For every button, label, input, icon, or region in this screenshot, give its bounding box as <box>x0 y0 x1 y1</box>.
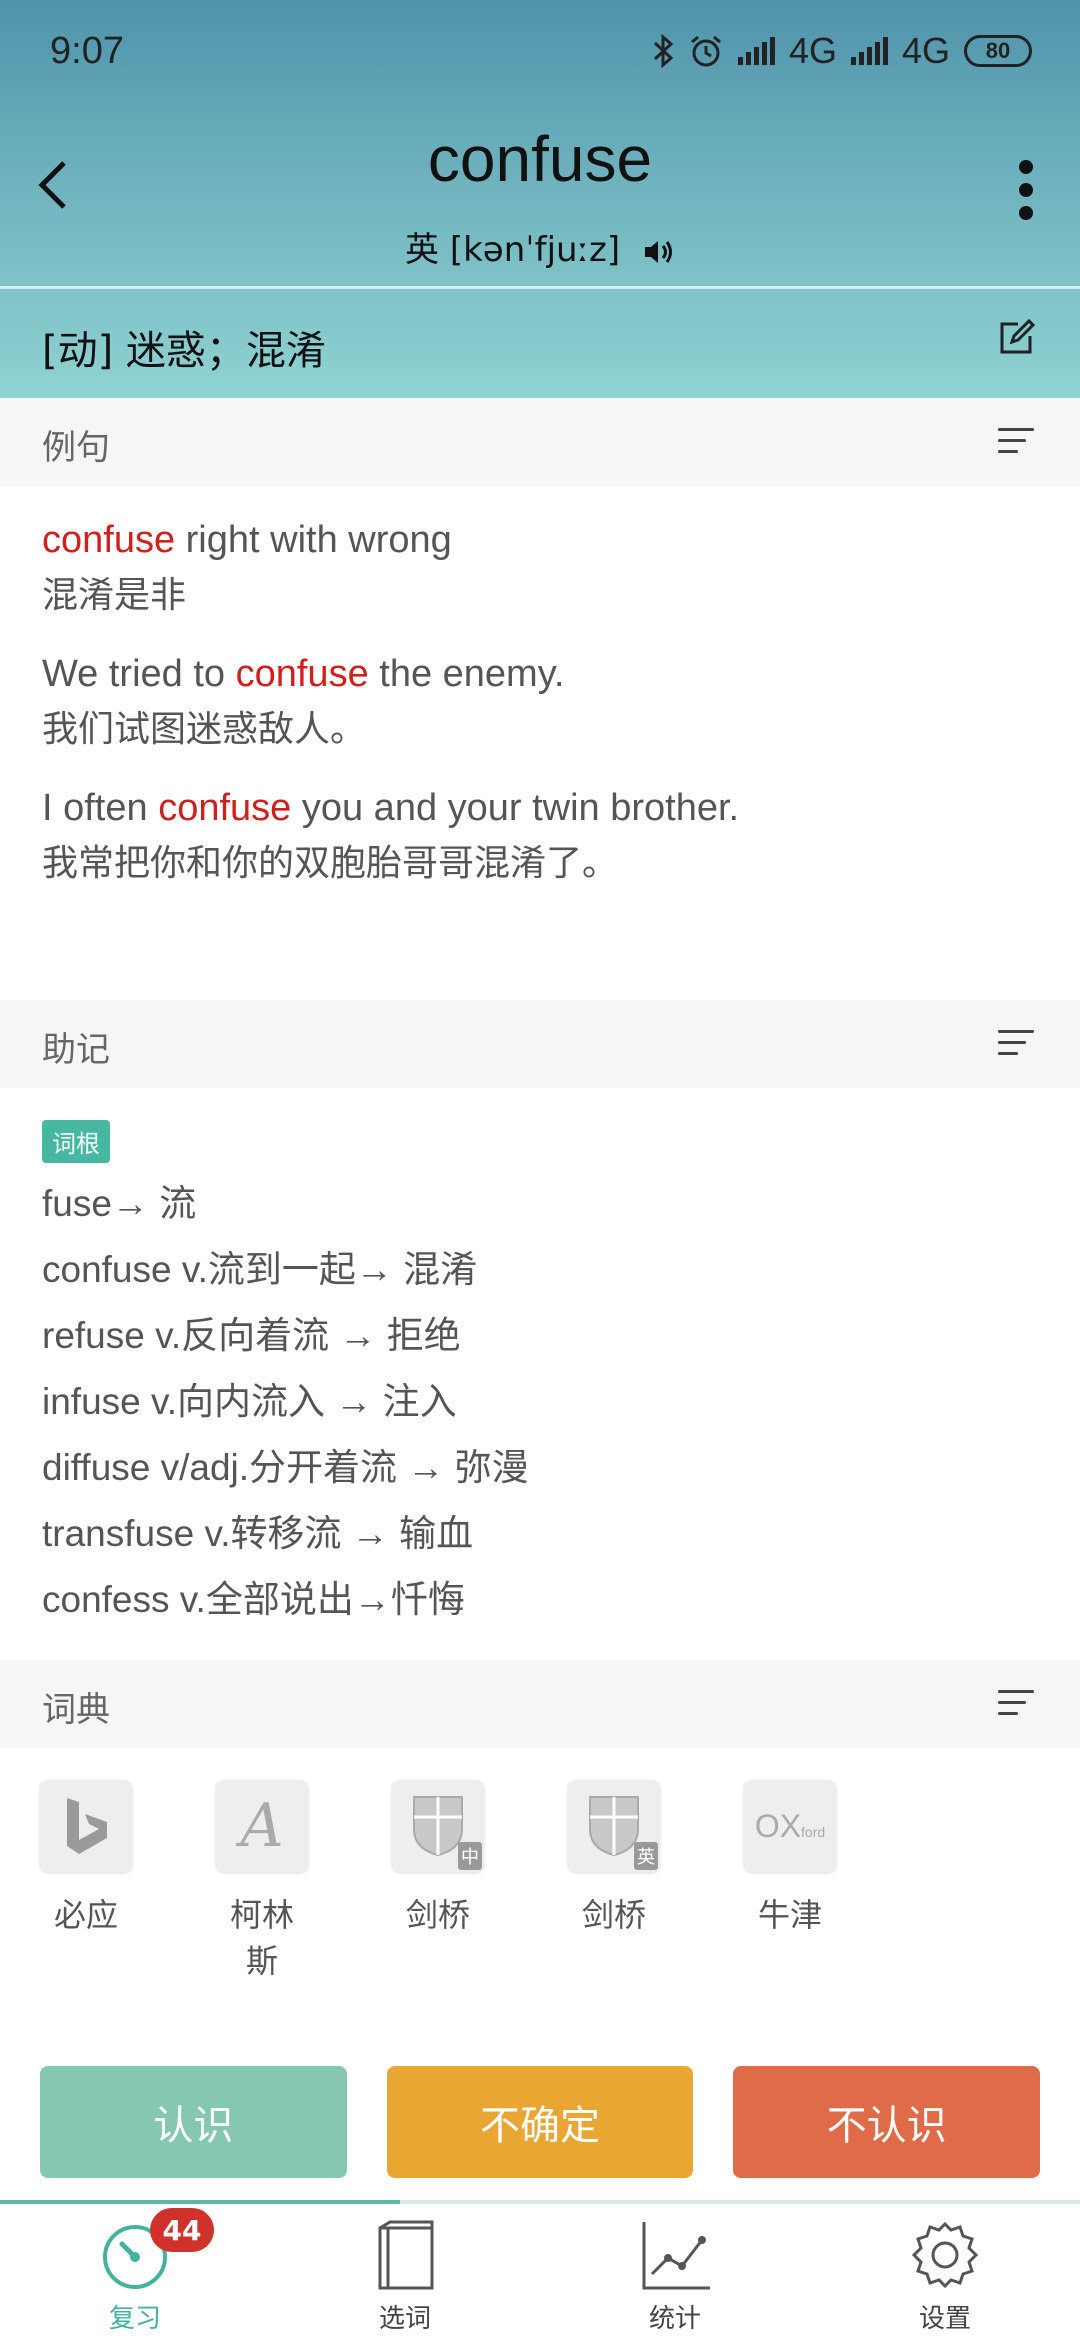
mnemonic-line: confess v.全部说出→忏悔 <box>42 1579 465 1620</box>
dict-bing[interactable]: 必应 <box>40 1780 216 1982</box>
mnemonic-content: 词根 fuse→ 流 confuse v.流到一起→ 混淆 refuse v.反… <box>42 1120 1042 1633</box>
dict-cambridge-en[interactable]: 英 剑桥 <box>568 1780 744 1982</box>
dict-badge: 中 <box>458 1842 482 1870</box>
review-badge: 44 <box>150 2208 214 2252</box>
network-2: 4G <box>901 30 950 71</box>
mnemonic-line: transfuse v.转移流 → 输血 <box>42 1513 474 1554</box>
header-divider <box>0 286 1080 289</box>
highlight-word: confuse <box>158 787 292 829</box>
examples-list: confuse right with wrong 混淆是非 We tried t… <box>42 512 1042 914</box>
dict-cambridge-cn[interactable]: 中 剑桥 <box>392 1780 568 1982</box>
know-button[interactable]: 认识 <box>40 2066 347 2178</box>
phonetic-label: 英 <box>405 230 440 270</box>
example-zh: 混淆是非 <box>42 575 187 616</box>
network-1: 4G <box>788 30 837 71</box>
speaker-icon[interactable] <box>643 237 675 267</box>
example-en: I often confuse you and your twin brothe… <box>42 787 740 829</box>
signal-icon-2 <box>850 37 888 65</box>
phonetic-text: [kənˈfjuːz] <box>449 230 621 270</box>
book-icon <box>378 2220 434 2290</box>
battery-indicator: 80 <box>964 35 1032 67</box>
status-time: 9:07 <box>50 30 124 72</box>
bing-icon <box>40 1780 132 1872</box>
mnemonic-header: 助记 <box>0 1000 1080 1088</box>
status-icons: 4G 4G 80 <box>652 30 1032 72</box>
tab-review[interactable]: 44 复习 <box>0 2204 270 2340</box>
chart-icon <box>642 2222 710 2290</box>
edit-icon[interactable] <box>996 318 1036 358</box>
dict-badge: 英 <box>634 1842 658 1870</box>
oxford-icon: OX ford <box>744 1780 836 1872</box>
example-zh: 我们试图迷惑敌人。 <box>42 709 367 750</box>
oxford-logo: OX <box>754 1807 802 1844</box>
bluetooth-icon <box>653 34 674 68</box>
dictionary-header: 词典 <box>0 1660 1080 1748</box>
example-en: We tried to confuse the enemy. <box>42 653 565 695</box>
example-item: I often confuse you and your twin brothe… <box>42 780 1042 892</box>
sort-icon[interactable] <box>998 1690 1034 1718</box>
dict-collins[interactable]: A 柯林斯 <box>216 1780 392 1982</box>
highlight-word: confuse <box>235 653 369 695</box>
sort-icon[interactable] <box>998 1030 1034 1058</box>
unsure-button[interactable]: 不确定 <box>386 2066 694 2178</box>
mnemonic-line: infuse v.向内流入 → 注入 <box>42 1381 457 1422</box>
sort-icon[interactable] <box>998 428 1034 456</box>
tab-statistics[interactable]: 统计 <box>540 2204 810 2340</box>
tab-select-words[interactable]: 选词 <box>270 2204 540 2340</box>
dont-know-button[interactable]: 不认识 <box>733 2066 1041 2178</box>
mnemonic-line: confuse v.流到一起→ 混淆 <box>42 1249 478 1290</box>
examples-header: 例句 <box>0 398 1080 486</box>
root-tag: 词根 <box>42 1120 110 1163</box>
signal-icon <box>737 37 775 65</box>
examples-title: 例句 <box>42 428 110 468</box>
word-header: 9:07 4G 4G 80 confuse 英 [kənˈfjuːz] [动] … <box>0 0 1080 398</box>
mnemonic-title: 助记 <box>42 1030 110 1070</box>
cambridge-icon: 中 <box>392 1780 484 1872</box>
gear-icon <box>911 2221 979 2289</box>
example-en: confuse right with wrong <box>42 519 452 561</box>
collins-icon: A <box>216 1780 308 1872</box>
example-item: confuse right with wrong 混淆是非 <box>42 512 1042 624</box>
mnemonic-line: diffuse v/adj.分开着流 → 弥漫 <box>42 1447 529 1488</box>
phonetic: 英 [kənˈfjuːz] <box>0 222 1080 271</box>
example-item: We tried to confuse the enemy. 我们试图迷惑敌人。 <box>42 646 1042 758</box>
bottom-tab-bar: 44 复习 选词 统计 设置 <box>0 2204 1080 2340</box>
status-bar: 9:07 4G 4G 80 <box>0 0 1080 100</box>
dictionary-list: 必应 A 柯林斯 中 剑桥 英 剑桥 OX ford 牛津 <box>40 1780 920 1982</box>
example-zh: 我常把你和你的双胞胎哥哥混淆了。 <box>42 843 619 884</box>
word-title: confuse <box>427 123 653 195</box>
oxford-logo-small: ford <box>801 1824 826 1840</box>
dictionary-title: 词典 <box>42 1690 110 1730</box>
alarm-icon <box>690 35 721 67</box>
dict-oxford[interactable]: OX ford 牛津 <box>744 1780 920 1982</box>
tab-settings[interactable]: 设置 <box>810 2204 1080 2340</box>
action-buttons: 认识 不确定 不认识 <box>40 2066 1041 2178</box>
mnemonic-line: fuse→ 流 <box>42 1183 197 1224</box>
highlight-word: confuse <box>42 519 176 561</box>
word-meaning: [动] 迷惑；混淆 <box>42 328 326 374</box>
more-options-button[interactable] <box>1016 160 1036 220</box>
mnemonic-line: refuse v.反向着流 → 拒绝 <box>42 1315 461 1356</box>
cambridge-icon: 英 <box>568 1780 660 1872</box>
